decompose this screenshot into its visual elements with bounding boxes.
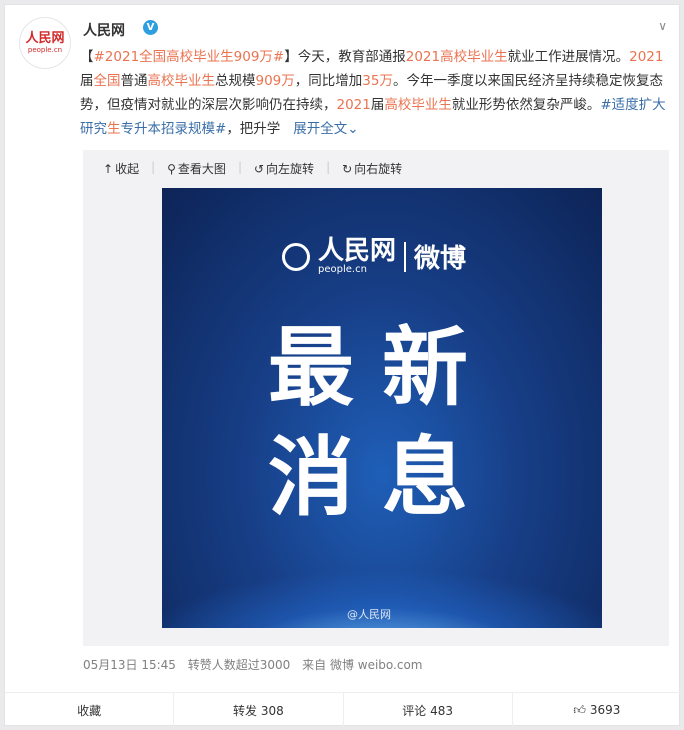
chevron-down-icon[interactable]: ∨ — [658, 19, 667, 33]
media-viewer: ↑ 收起 | ⚲ 查看大图 | ↺ 向左旋转 | ↻ 向右旋转 人民网 people.c… — [83, 150, 669, 646]
thumbs-up-icon: 👍︎ — [573, 702, 586, 717]
highlight-keyword: 909万 — [255, 73, 295, 89]
highlight-keyword: 2021 — [629, 49, 664, 65]
like-button[interactable]: 👍︎ 3693 — [513, 693, 681, 727]
repost-button[interactable]: 转发 308 — [174, 693, 344, 727]
image-brand: 人民网 people.cn 微博 — [282, 238, 466, 275]
image-watermark: @人民网 — [347, 608, 391, 621]
logo-text: 人民网 — [25, 30, 65, 46]
magnifier-icon: ⚲ — [167, 161, 176, 176]
rotate-left-button[interactable]: ↺ 向左旋转 — [254, 160, 314, 177]
divider: | — [151, 160, 156, 174]
highlight-keyword: 2021高校毕业生 — [405, 49, 508, 65]
highlight-keyword: 高校毕业生 — [384, 97, 452, 113]
repost-note: 转赞人数超过3000 — [187, 658, 291, 672]
media-toolbar: ↑ 收起 | ⚲ 查看大图 | ↺ 向左旋转 | ↻ 向右旋转 — [103, 160, 402, 177]
highlight-keyword: 全国 — [93, 73, 121, 89]
highlight-keyword: 35万 — [362, 73, 393, 89]
rotate-right-icon: ↻ — [342, 161, 353, 176]
avatar[interactable]: 人民网 people.cn — [19, 17, 71, 69]
weibo-post-card: 人民网 people.cn 人民网 V ∨ 【#2021全国高校毕业生909万#… — [4, 4, 681, 727]
logo-sub: people.cn — [27, 45, 63, 54]
rotate-left-icon: ↺ — [253, 161, 265, 176]
action-bar: 收藏 转发 308 评论 483 👍︎ 3693 — [5, 692, 681, 727]
divider: | — [326, 160, 331, 174]
verified-icon: V — [143, 20, 158, 35]
news-image[interactable]: 人民网 people.cn 微博 最新 消息 @人民网 — [162, 188, 602, 628]
highlight-keyword: 2021 — [336, 97, 371, 113]
image-headline-line1: 最新 — [268, 318, 496, 418]
hashtag-link[interactable]: #2021全国高校毕业生909万# — [94, 49, 285, 65]
arrow-up-icon: ↑ — [103, 161, 114, 176]
expand-full-text-link[interactable]: 展开全文⌄ — [285, 121, 358, 137]
post-source[interactable]: 来自 微博 weibo.com — [302, 658, 422, 672]
logo-circle-icon — [282, 242, 310, 271]
post-text: 【#2021全国高校毕业生909万#】今天，教育部通报2021高校毕业生就业工作… — [80, 49, 666, 137]
image-headline-line2: 消息 — [268, 428, 496, 528]
post-date[interactable]: 05月13日 15:45 — [83, 658, 176, 672]
author-name[interactable]: 人民网 — [83, 20, 125, 40]
post-meta: 05月13日 15:45 转赞人数超过3000 来自 微博 weibo.com — [83, 656, 431, 673]
comment-button[interactable]: 评论 483 — [344, 693, 513, 727]
rotate-right-button[interactable]: ↻ 向右旋转 — [342, 160, 402, 177]
favorite-button[interactable]: 收藏 — [5, 693, 175, 727]
divider: | — [237, 160, 242, 174]
view-large-button[interactable]: ⚲ 查看大图 — [167, 160, 226, 177]
highlight-keyword: 高校毕业生 — [147, 73, 216, 89]
collapse-button[interactable]: ↑ 收起 — [103, 160, 139, 177]
brand-divider — [404, 241, 407, 272]
